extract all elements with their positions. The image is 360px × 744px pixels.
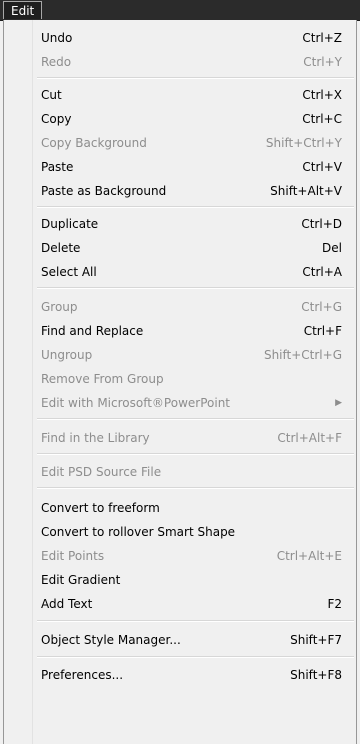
menu-item-label: Undo — [41, 31, 73, 45]
menu-item-shortcut: Ctrl+Alt+E — [276, 549, 342, 563]
menu-item-label: Add Text — [41, 597, 93, 611]
menu-item-shortcut: Ctrl+C — [302, 112, 342, 126]
menu-item-find-in-library[interactable]: Find in the Library Ctrl+Alt+F — [4, 426, 356, 450]
menu-separator — [37, 453, 354, 455]
menu-item-edit-with-powerpoint[interactable]: Edit with Microsoft®PowerPoint ▶ — [4, 391, 356, 415]
menu-item-shortcut: Shift+Ctrl+G — [263, 348, 342, 362]
menu-separator — [37, 656, 354, 658]
menu-item-label: Paste as Background — [41, 184, 167, 198]
menu-item-label: Preferences... — [41, 668, 124, 682]
menu-item-select-all[interactable]: Select All Ctrl+A — [4, 260, 356, 284]
menu-item-label: Group — [41, 300, 78, 314]
menu-item-label: Ungroup — [41, 348, 93, 362]
menu-item-shortcut: F2 — [327, 597, 342, 611]
menu-item-label: Find in the Library — [41, 431, 150, 445]
menu-item-duplicate[interactable]: Duplicate Ctrl+D — [4, 212, 356, 236]
menu-separator — [37, 487, 354, 489]
menu-item-paste-as-background[interactable]: Paste as Background Shift+Alt+V — [4, 179, 356, 203]
menu-item-shortcut: Ctrl+Alt+F — [277, 431, 342, 445]
menu-item-label: Object Style Manager... — [41, 633, 181, 647]
menu-item-copy[interactable]: Copy Ctrl+C — [4, 107, 356, 131]
menu-item-shortcut: Shift+Ctrl+Y — [265, 136, 342, 150]
menu-item-label: Convert to freeform — [41, 501, 160, 515]
menu-item-add-text[interactable]: Add Text F2 — [4, 592, 356, 616]
menu-item-label: Edit Points — [41, 549, 105, 563]
menu-item-preferences[interactable]: Preferences... Shift+F8 — [4, 663, 356, 687]
menu-item-object-style-manager[interactable]: Object Style Manager... Shift+F7 — [4, 628, 356, 652]
menu-item-label: Cut — [41, 88, 62, 102]
menu-item-ungroup[interactable]: Ungroup Shift+Ctrl+G — [4, 343, 356, 367]
menu-item-label: Duplicate — [41, 217, 99, 231]
menu-item-remove-from-group[interactable]: Remove From Group — [4, 367, 356, 391]
menu-item-label: Copy Background — [41, 136, 147, 150]
menu-item-edit-psd-source[interactable]: Edit PSD Source File — [4, 460, 356, 484]
edit-dropdown-menu: Undo Ctrl+Z Redo Ctrl+Y Cut Ctrl+X Copy … — [3, 20, 357, 744]
menu-separator — [37, 418, 354, 420]
menu-bar: Edit — [0, 0, 360, 21]
menu-item-shortcut: Ctrl+Z — [302, 31, 342, 45]
menu-item-shortcut: Shift+F7 — [290, 633, 342, 647]
menu-item-delete[interactable]: Delete Del — [4, 236, 356, 260]
menu-item-shortcut: Ctrl+F — [303, 324, 342, 338]
menu-item-shortcut: Ctrl+X — [302, 88, 342, 102]
menu-item-label: Find and Replace — [41, 324, 144, 338]
menu-item-shortcut: Shift+F8 — [290, 668, 342, 682]
menu-item-shortcut: Del — [322, 241, 342, 255]
menu-item-label: Select All — [41, 265, 97, 279]
menu-item-label: Copy — [41, 112, 72, 126]
menu-item-undo[interactable]: Undo Ctrl+Z — [4, 26, 356, 50]
menu-separator — [37, 206, 354, 208]
menu-item-shortcut: Ctrl+D — [301, 217, 342, 231]
menu-item-convert-to-rollover-smart-shape[interactable]: Convert to rollover Smart Shape — [4, 520, 356, 544]
menu-item-find-and-replace[interactable]: Find and Replace Ctrl+F — [4, 319, 356, 343]
menu-item-edit-points[interactable]: Edit Points Ctrl+Alt+E — [4, 544, 356, 568]
menu-item-label: Remove From Group — [41, 372, 164, 386]
menu-item-copy-background[interactable]: Copy Background Shift+Ctrl+Y — [4, 131, 356, 155]
menu-item-group[interactable]: Group Ctrl+G — [4, 295, 356, 319]
menu-item-edit-gradient[interactable]: Edit Gradient — [4, 568, 356, 592]
chevron-right-icon: ▶ — [335, 398, 342, 408]
menu-item-convert-to-freeform[interactable]: Convert to freeform — [4, 496, 356, 520]
menu-item-label: Edit PSD Source File — [41, 465, 162, 479]
menu-item-shortcut: Ctrl+V — [302, 160, 342, 174]
menu-item-label: Edit with Microsoft®PowerPoint — [41, 396, 231, 410]
menu-item-shortcut: Shift+Alt+V — [270, 184, 342, 198]
menu-item-label: Redo — [41, 55, 72, 69]
edit-menu-tab[interactable]: Edit — [3, 1, 43, 19]
menu-item-redo[interactable]: Redo Ctrl+Y — [4, 50, 356, 74]
menu-item-paste[interactable]: Paste Ctrl+V — [4, 155, 356, 179]
menu-item-label: Paste — [41, 160, 74, 174]
menu-item-label: Edit Gradient — [41, 573, 121, 587]
menu-item-label: Convert to rollover Smart Shape — [41, 525, 236, 539]
menu-separator — [37, 287, 354, 289]
menu-item-shortcut: Ctrl+A — [302, 265, 342, 279]
menu-item-label: Delete — [41, 241, 81, 255]
menu-separator — [37, 620, 354, 622]
menu-item-shortcut: Ctrl+G — [301, 300, 342, 314]
menu-separator — [37, 77, 354, 79]
menu-item-shortcut: Ctrl+Y — [303, 55, 342, 69]
menu-item-cut[interactable]: Cut Ctrl+X — [4, 83, 356, 107]
